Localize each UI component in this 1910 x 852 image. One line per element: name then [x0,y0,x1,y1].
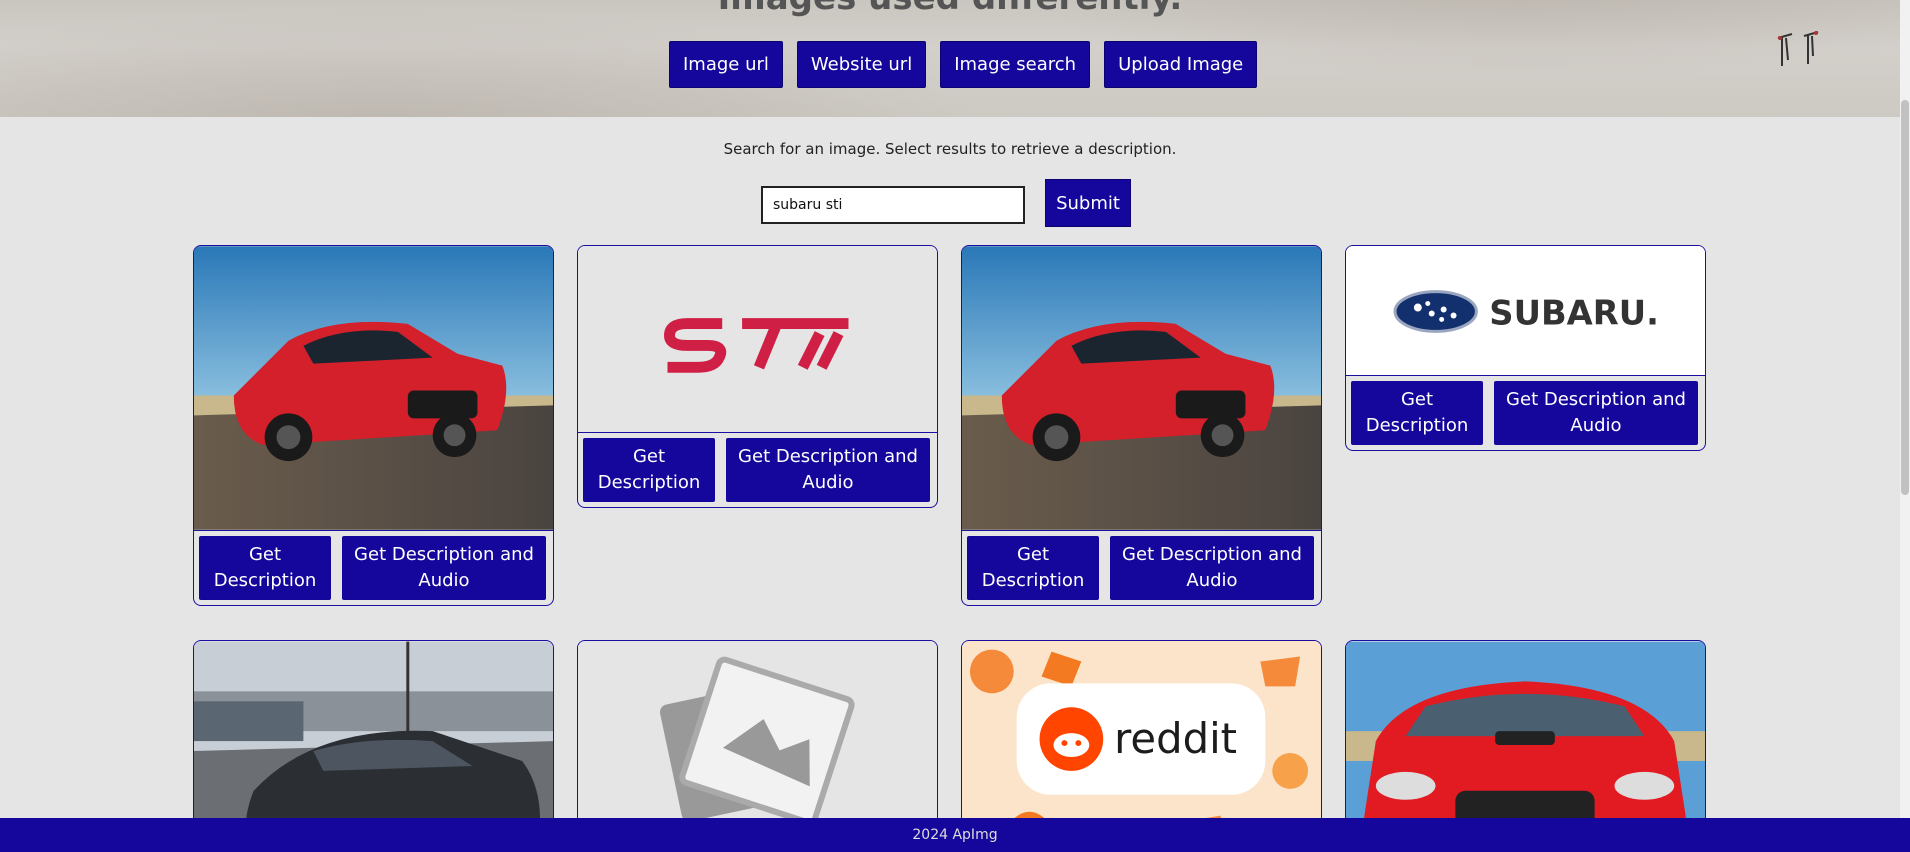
get-description-audio-button[interactable]: Get Description and Audio [726,438,930,502]
get-description-audio-button[interactable]: Get Description and Audio [1494,381,1698,445]
subaru-logo-text: SUBARU. [1489,293,1659,332]
get-description-audio-button[interactable]: Get Description and Audio [342,536,546,600]
result-card: SUBARU. Get Description Get Description … [1345,245,1706,451]
red-car-image[interactable] [962,246,1321,531]
hero-decoration-icon [1777,31,1819,66]
sti-logo-image[interactable] [578,246,937,433]
submit-button[interactable]: Submit [1045,179,1131,227]
hero-banner: Images used differently. Image url Websi… [0,0,1900,117]
search-input[interactable] [761,186,1025,224]
reddit-logo-text: reddit [1114,714,1237,763]
search-instructions: Search for an image. Select results to r… [723,140,1177,158]
get-description-button[interactable]: Get Description [583,438,715,502]
card-buttons: Get Description Get Description and Audi… [194,531,553,605]
get-description-button[interactable]: Get Description [1351,381,1483,445]
card-buttons: Get Description Get Description and Audi… [578,433,937,507]
hero-title: Images used differently. [0,0,1900,18]
get-description-audio-button[interactable]: Get Description and Audio [1110,536,1314,600]
red-car-image[interactable] [194,246,553,531]
card-buttons: Get Description Get Description and Audi… [962,531,1321,605]
website-url-button[interactable]: Website url [796,41,927,88]
footer-text: 2024 ApImg [912,827,998,843]
image-search-button[interactable]: Image search [940,41,1091,88]
result-card: Get Description Get Description and Audi… [193,245,554,606]
scrollbar[interactable] [1900,0,1910,852]
scrollbar-thumb[interactable] [1901,100,1909,495]
subaru-logo-image[interactable]: SUBARU. [1346,246,1705,376]
get-description-button[interactable]: Get Description [199,536,331,600]
card-buttons: Get Description Get Description and Audi… [1346,376,1705,450]
mode-buttons: Image url Website url Image search Uploa… [669,41,1258,88]
upload-image-button[interactable]: Upload Image [1104,41,1258,88]
image-url-button[interactable]: Image url [669,41,783,88]
get-description-button[interactable]: Get Description [967,536,1099,600]
result-card: Get Description Get Description and Audi… [961,245,1322,606]
footer: 2024 ApImg [0,818,1910,852]
result-card: Get Description Get Description and Audi… [577,245,938,508]
